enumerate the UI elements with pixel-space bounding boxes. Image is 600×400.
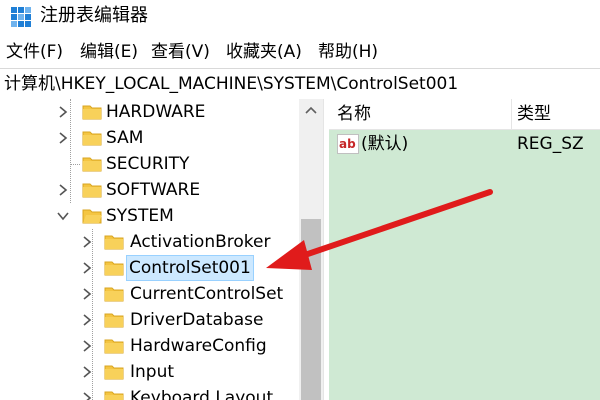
folder-icon xyxy=(82,131,102,146)
tree-item-sam[interactable]: SAM xyxy=(0,125,310,151)
tree-item-security[interactable]: SECURITY xyxy=(0,151,310,177)
column-separator[interactable] xyxy=(511,99,512,129)
tree-item-label: HARDWARE xyxy=(106,102,206,122)
folder-icon xyxy=(104,287,124,302)
tree-item-activationbroker[interactable]: ActivationBroker xyxy=(0,229,310,255)
tree-scrollbar[interactable] xyxy=(299,99,323,400)
value-name: (默认) xyxy=(361,134,409,154)
scroll-up-arrow-icon[interactable] xyxy=(303,103,319,119)
chevron-right-icon[interactable] xyxy=(80,233,94,251)
address-path[interactable]: 计算机\HKEY_LOCAL_MACHINE\SYSTEM\ControlSet… xyxy=(4,72,458,96)
registry-editor-icon xyxy=(11,7,31,27)
window-title: 注册表编辑器 xyxy=(40,5,148,26)
tree-item-label: HardwareConfig xyxy=(130,336,267,356)
tree-item-label: Input xyxy=(130,362,175,382)
tree-item-label: SAM xyxy=(106,128,144,148)
chevron-down-icon[interactable] xyxy=(56,207,70,225)
folder-icon xyxy=(82,183,102,198)
tree-item-system[interactable]: SYSTEM xyxy=(0,203,310,229)
tree-item-label: Keyboard Layout xyxy=(130,388,274,400)
column-header-name[interactable]: 名称 xyxy=(337,103,371,125)
ab-string-value-icon: ab xyxy=(337,134,359,154)
tree-item-label: SOFTWARE xyxy=(106,180,201,200)
tree-item-input[interactable]: Input xyxy=(0,359,310,385)
folder-icon xyxy=(104,235,124,250)
chevron-right-icon[interactable] xyxy=(56,103,70,121)
chevron-right-icon[interactable] xyxy=(80,363,94,381)
menu-edit[interactable]: 编辑(E) xyxy=(80,40,138,64)
svg-text:ab: ab xyxy=(339,137,356,151)
folder-icon xyxy=(82,157,102,172)
tree-item-label: ControlSet001 xyxy=(126,255,254,281)
menu-favorites[interactable]: 收藏夹(A) xyxy=(226,40,302,64)
folder-icon xyxy=(104,339,124,354)
tree-item-software[interactable]: SOFTWARE xyxy=(0,177,310,203)
chevron-right-icon[interactable] xyxy=(80,285,94,303)
values-column-header: 名称 类型 xyxy=(329,99,600,130)
tree-item-controlset001[interactable]: ControlSet001 xyxy=(0,255,310,281)
chevron-right-icon[interactable] xyxy=(56,129,70,147)
menu-bar: 文件(F) 编辑(E) 查看(V) 收藏夹(A) 帮助(H) xyxy=(0,38,600,66)
folder-icon xyxy=(104,365,124,380)
tree-item-hardwareconfig[interactable]: HardwareConfig xyxy=(0,333,310,359)
tree-item-label: SECURITY xyxy=(106,154,190,174)
folder-open-icon xyxy=(82,209,102,224)
folder-icon xyxy=(82,105,102,120)
column-header-type[interactable]: 类型 xyxy=(517,103,551,125)
chevron-right-icon[interactable] xyxy=(80,337,94,355)
folder-icon xyxy=(104,313,124,328)
title-bar: 注册表编辑器 xyxy=(0,0,600,34)
key-tree: HARDWARE SAM SECURITY SOFTWARE SYSTEM Ac… xyxy=(0,99,325,400)
tree-item-hardware[interactable]: HARDWARE xyxy=(0,99,310,125)
tree-item-label: ActivationBroker xyxy=(130,232,271,252)
scrollbar-thumb[interactable] xyxy=(301,219,321,400)
value-row[interactable]: ab (默认) REG_SZ xyxy=(329,131,600,157)
address-bar[interactable]: 计算机\HKEY_LOCAL_MACHINE\SYSTEM\ControlSet… xyxy=(0,68,600,100)
folder-icon xyxy=(104,391,124,400)
chevron-right-icon[interactable] xyxy=(80,259,94,277)
folder-icon xyxy=(104,261,124,276)
tree-item-label: SYSTEM xyxy=(106,206,174,226)
menu-view[interactable]: 查看(V) xyxy=(151,40,210,64)
tree-item-keyboard-layout[interactable]: Keyboard Layout xyxy=(0,385,310,400)
chevron-right-icon[interactable] xyxy=(80,389,94,400)
values-pane: 名称 类型 ab (默认) REG_SZ xyxy=(329,99,600,400)
menu-file[interactable]: 文件(F) xyxy=(6,40,63,64)
chevron-right-icon[interactable] xyxy=(56,181,70,199)
chevron-right-icon[interactable] xyxy=(80,311,94,329)
menu-help[interactable]: 帮助(H) xyxy=(318,40,378,64)
value-type: REG_SZ xyxy=(517,134,584,154)
tree-item-driverdatabase[interactable]: DriverDatabase xyxy=(0,307,310,333)
tree-item-label: DriverDatabase xyxy=(130,310,264,330)
tree-item-currentcontrolset[interactable]: CurrentControlSet xyxy=(0,281,310,307)
tree-item-label: CurrentControlSet xyxy=(130,284,284,304)
